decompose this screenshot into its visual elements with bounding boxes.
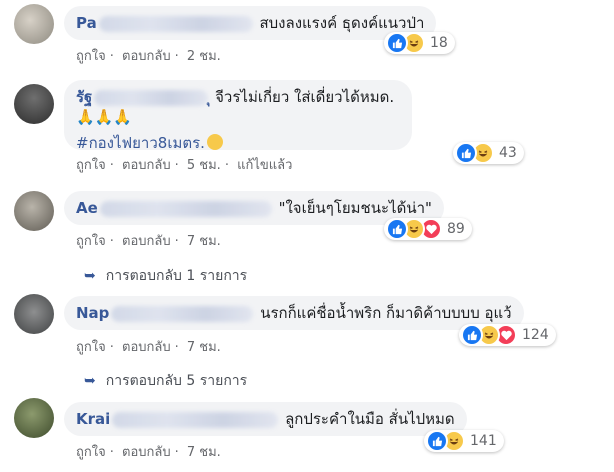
like-link[interactable]: ถูกใจ xyxy=(76,445,106,460)
reply-link[interactable]: ตอบกลับ xyxy=(122,49,171,64)
avatar[interactable] xyxy=(14,84,54,124)
like-link[interactable]: ถูกใจ xyxy=(76,340,106,355)
reaction-summary[interactable]: 124 xyxy=(459,324,556,346)
like-link[interactable]: ถูกใจ xyxy=(76,234,106,249)
edited-label[interactable]: แก้ไขแล้ว xyxy=(237,158,292,173)
comment-actions: ถูกใจ · ตอบกลับ · 7 ชม. xyxy=(76,340,221,355)
timestamp[interactable]: 7 ชม. xyxy=(187,445,221,460)
comment-text: "ใจเย็นๆโยมชนะได้น่า" xyxy=(278,199,432,217)
view-replies-link[interactable]: ➥ การตอบกลับ 5 รายการ xyxy=(84,370,247,392)
reply-link[interactable]: ตอบกลับ xyxy=(122,234,171,249)
avatar[interactable] xyxy=(14,4,54,44)
like-reaction-icon xyxy=(386,32,408,54)
avatar[interactable] xyxy=(14,191,54,231)
reaction-summary[interactable]: 18 xyxy=(384,32,455,54)
commenter-name[interactable]: Ae xyxy=(76,199,274,217)
timestamp[interactable]: 5 ชม. xyxy=(187,158,221,173)
timestamp[interactable]: 7 ชม. xyxy=(187,234,221,249)
hashtag-link[interactable]: #กองไฟยาว8เมตร. xyxy=(76,134,205,152)
reply-link[interactable]: ตอบกลับ xyxy=(122,158,171,173)
comment-text: สบงลงแรงค์ ธุดงค์แนวป่า xyxy=(259,14,425,32)
like-link[interactable]: ถูกใจ xyxy=(76,49,106,64)
commenter-name[interactable]: Nap xyxy=(76,304,255,322)
like-reaction-icon xyxy=(461,324,483,346)
reaction-summary[interactable]: 141 xyxy=(424,430,504,452)
comment-bubble: Pa สบงลงแรงค์ ธุดงค์แนวป่า xyxy=(64,6,437,40)
comment-actions: ถูกใจ · ตอบกลับ · 5 ชม. · แก้ไขแล้ว xyxy=(76,158,293,173)
laughing-emoji xyxy=(206,134,223,150)
comment-bubble: Nap นรกก็แค่ชื่อน้ำพริก ก็มาดิค้าบบบบ อุ… xyxy=(64,296,524,330)
reaction-summary[interactable]: 43 xyxy=(453,142,524,164)
comment-text: ลูกประคำในมือ สั่นไปหมด xyxy=(285,410,455,428)
view-replies-link[interactable]: ➥ การตอบกลับ 1 รายการ xyxy=(84,265,247,287)
reaction-count: 43 xyxy=(499,145,517,161)
timestamp[interactable]: 2 ชม. xyxy=(187,49,221,64)
comment-bubble: รัฐุ จีวรไม่เกี่ยว ใส่เดี่ยวได้หมด.🙏🙏🙏 #… xyxy=(64,80,412,152)
commenter-name[interactable]: Krai xyxy=(76,410,280,428)
comment-actions: ถูกใจ · ตอบกลับ · 7 ชม. xyxy=(76,234,221,249)
reply-link[interactable]: ตอบกลับ xyxy=(122,445,171,460)
comment-text: นรกก็แค่ชื่อน้ำพริก ก็มาดิค้าบบบบ อุแว้ xyxy=(260,304,512,322)
reply-link[interactable]: ตอบกลับ xyxy=(122,340,171,355)
reaction-summary[interactable]: 89 xyxy=(384,218,472,240)
like-reaction-icon xyxy=(455,142,477,164)
reply-arrow-icon: ➥ xyxy=(84,373,96,389)
timestamp[interactable]: 7 ชม. xyxy=(187,340,221,355)
comment-actions: ถูกใจ · ตอบกลับ · 2 ชม. xyxy=(76,49,221,64)
reaction-count: 18 xyxy=(430,35,448,51)
reaction-count: 141 xyxy=(470,433,497,449)
comment-actions: ถูกใจ · ตอบกลับ · 7 ชม. xyxy=(76,445,221,460)
like-reaction-icon xyxy=(426,430,448,452)
reaction-count: 124 xyxy=(522,327,549,343)
like-reaction-icon xyxy=(386,218,408,240)
comment-bubble: Krai ลูกประคำในมือ สั่นไปหมด xyxy=(64,402,467,436)
avatar[interactable] xyxy=(14,294,54,334)
commenter-name[interactable]: รัฐุ xyxy=(76,88,210,106)
reply-arrow-icon: ➥ xyxy=(84,268,96,284)
commenter-name[interactable]: Pa xyxy=(76,14,255,32)
like-link[interactable]: ถูกใจ xyxy=(76,158,106,173)
reaction-count: 89 xyxy=(447,221,465,237)
avatar[interactable] xyxy=(14,398,54,438)
